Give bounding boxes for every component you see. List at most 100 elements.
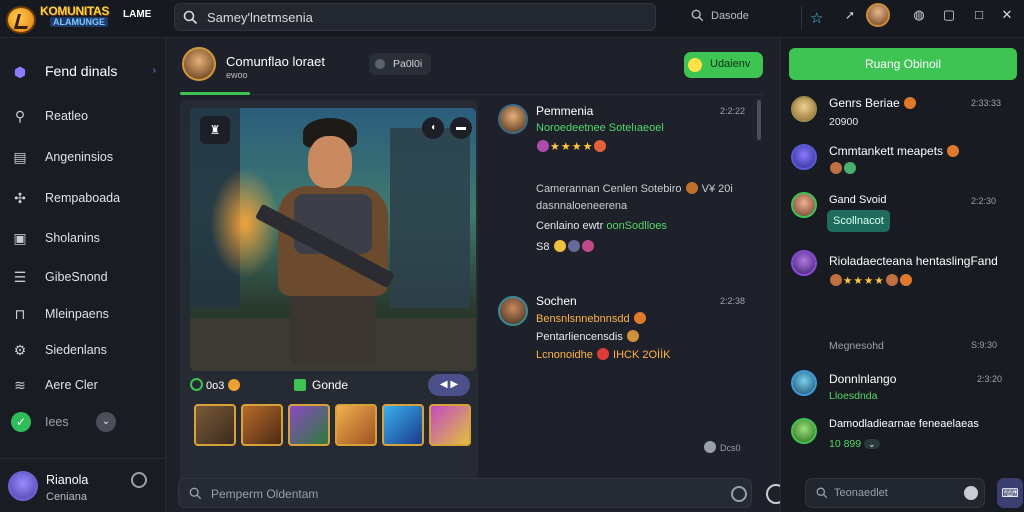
sidebar-item-stats[interactable]: ▤ Angeninsios (0, 141, 166, 173)
entry-text-part: 10 899 (829, 438, 862, 450)
avatar[interactable] (498, 296, 528, 326)
more-icon[interactable]: ▬ (450, 117, 472, 139)
join-room-button[interactable]: Ruang Obinoil (789, 48, 1017, 80)
minimize-button[interactable]: ▢ (940, 6, 958, 24)
sidebar-item-layers[interactable]: ≋ Aere Cler (0, 369, 166, 401)
dot-icon (704, 441, 716, 453)
entry-name[interactable]: Donnlnlango (829, 372, 896, 386)
update-button[interactable]: Udaienv (684, 52, 763, 78)
message-input[interactable]: Pemperm Oldentam (211, 487, 318, 501)
sidebar-item-schedule[interactable]: ▣ Sholanins (0, 222, 166, 254)
sidebar-item-search[interactable]: ⚲ Reatleo (0, 100, 166, 132)
message-composer[interactable]: Pemperm Oldentam (178, 478, 752, 508)
channel-title: Comunflao loraet (226, 54, 325, 69)
avatar[interactable] (791, 418, 817, 444)
rating-row: ★★★★ (829, 274, 913, 287)
message-author[interactable]: Sochen (536, 294, 577, 308)
chevron-down-icon[interactable]: ⌄ (96, 412, 116, 432)
secondary-search[interactable]: Dasode ➚ (683, 3, 863, 31)
check-icon: ✓ (11, 412, 31, 432)
avatar[interactable] (791, 370, 817, 396)
entry-name[interactable]: Rioladaecteana hentaslingFand (829, 254, 998, 268)
main-search-input[interactable]: Samey'lnetmsenia (207, 10, 313, 25)
avatar[interactable] (791, 250, 817, 276)
avatar[interactable] (8, 471, 38, 501)
thumbnail[interactable] (382, 404, 424, 446)
avatar[interactable] (791, 144, 817, 170)
message-text: Camerannan Cenlen Sotebiro V¥ 20i (536, 182, 733, 195)
search-icon: ⚲ (14, 108, 26, 124)
thumbnail[interactable] (241, 404, 283, 446)
entry-name[interactable]: Genrs Beriae (829, 96, 917, 110)
app-logo[interactable]: KOMUNITAS ALAMUNGE LAME (6, 4, 156, 34)
emoji-icon (830, 274, 842, 286)
right-search-bar[interactable]: Teonaedlet (805, 478, 985, 508)
discord-icon[interactable]: ◍ (910, 6, 928, 24)
shield-icon: ⬢ (13, 64, 27, 80)
main-search-bar[interactable]: Samey'lnetmsenia ☆ (174, 3, 823, 31)
settings-icon[interactable] (131, 472, 147, 488)
emoji-icon (553, 240, 566, 252)
stack-icon: ☰ (13, 269, 27, 285)
close-button[interactable]: ✕ (998, 6, 1016, 24)
thumbnail[interactable] (335, 404, 377, 446)
entry-time: 2:2:30 (971, 196, 997, 206)
sidebar-item-security[interactable]: ⊓ Mleinpaens (0, 298, 166, 330)
scroll-indicator-text: Dcs0 (720, 443, 741, 453)
profile-avatar[interactable] (866, 3, 890, 27)
right-search-input[interactable]: Teonaedlet (834, 487, 888, 499)
entry-name[interactable]: Cmmtankett meapets (829, 144, 960, 158)
attach-icon[interactable] (731, 486, 747, 502)
avatar[interactable] (791, 96, 817, 122)
sidebar-item-settings[interactable]: ⚙ Siedenlans (0, 334, 166, 366)
thumbnail[interactable] (288, 404, 330, 446)
thumbnail[interactable] (194, 404, 236, 446)
chevron-right-icon[interactable]: › (153, 65, 156, 76)
message-text-part: S8 (536, 241, 550, 253)
chat-scrollbar[interactable] (757, 100, 761, 140)
entry-name[interactable]: Gand Svoid (829, 194, 886, 206)
update-button-label: Udaienv (710, 58, 751, 70)
maximize-button[interactable]: □ (970, 6, 988, 24)
channel-avatar[interactable] (182, 47, 216, 81)
character-artwork[interactable]: ♜ ◖ ▬ (190, 108, 476, 371)
thumbnail[interactable] (429, 404, 471, 446)
emoji-icon (830, 162, 842, 174)
sidebar-item-groups[interactable]: ☰ GibeSnond (0, 261, 166, 293)
sidebar-item-home[interactable]: ⬢ Fend dinals › (0, 56, 166, 88)
entry-name[interactable]: Damodladiearnae feneaelaeas (829, 418, 979, 430)
channel-info-pill[interactable]: Pa0l0i (369, 53, 431, 75)
message-text-part: V¥ 20i (701, 183, 733, 195)
secondary-search-input[interactable]: Dasode (711, 10, 749, 22)
sidebar-item-label: GibeSnond (45, 270, 108, 284)
user-profile-box[interactable]: Rianola Ceniana (0, 458, 166, 512)
gear-icon: ⚙ (13, 342, 27, 358)
logo-text-sub: ALAMUNGE (50, 17, 108, 27)
main-panel: Comunflao loraet ewoo Pa0l0i Udaienv ♜ ◖… (166, 38, 786, 512)
entry-time: 2:3:20 (977, 374, 1003, 384)
share-button[interactable]: ◀ ▶ (428, 374, 470, 396)
emoji-icon (594, 140, 607, 152)
send-icon[interactable]: ➚ (845, 8, 855, 22)
expand-icon[interactable]: ◖ (422, 117, 444, 139)
rating-row: ★★★★ (536, 140, 607, 153)
chevron-down-icon[interactable]: ⌄ (864, 439, 880, 449)
castle-icon[interactable]: ♜ (200, 116, 230, 144)
star-rating-icon: ★★★★ (550, 141, 594, 153)
entry-tag[interactable]: Scollnacot (827, 210, 890, 232)
emoji-icon (899, 274, 912, 286)
reaction-label-text: Gonde (312, 378, 349, 392)
active-tab-indicator (180, 92, 250, 95)
reaction-count[interactable]: 0o3 (190, 378, 241, 392)
reaction-label[interactable]: Gonde (294, 378, 348, 392)
message-author[interactable]: Pemmenia (536, 104, 593, 118)
sidebar-item-status[interactable]: ✓ Iees ⌄ (0, 406, 166, 438)
sidebar-item-games[interactable]: ✣ Rempaboada (0, 182, 166, 214)
section-time: S:9:30 (971, 340, 998, 350)
circle-icon (190, 378, 203, 391)
avatar[interactable] (791, 192, 817, 218)
clear-icon[interactable] (964, 486, 978, 500)
send-button[interactable]: ⌨ (997, 478, 1023, 508)
entry-text: 20900 (829, 116, 859, 128)
avatar[interactable] (498, 104, 528, 134)
